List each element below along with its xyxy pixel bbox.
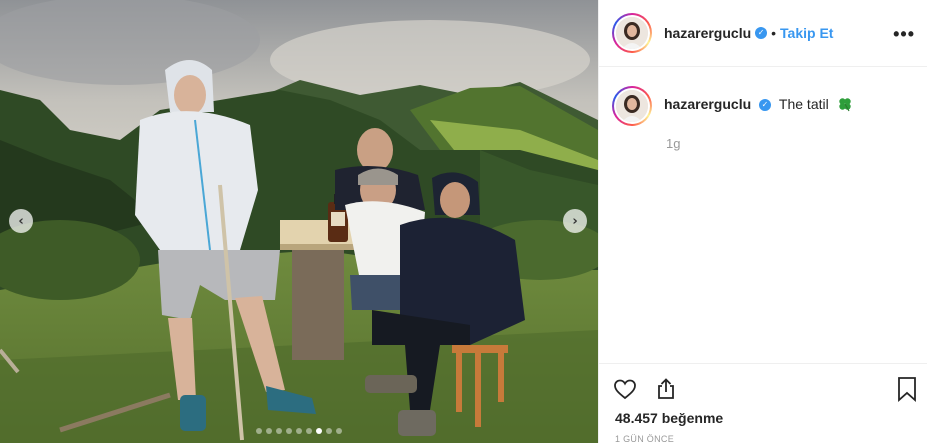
avatar[interactable]: [612, 13, 652, 53]
follow-button[interactable]: Takip Et: [780, 25, 833, 41]
post-photo[interactable]: ‹ ›: [0, 0, 598, 443]
carousel-dot: [296, 428, 302, 434]
bookmark-icon[interactable]: [896, 376, 918, 402]
carousel-dot: [336, 428, 342, 434]
four-leaf-clover-icon: [837, 96, 853, 115]
chevron-right-icon: ›: [572, 213, 578, 229]
post-header: hazarerguclu ✓ • Takip Et •••: [599, 0, 927, 67]
verified-badge-icon: ✓: [755, 27, 768, 39]
post-timestamp: 1 GÜN ÖNCE: [615, 434, 675, 443]
comment-timestamp: 1g: [666, 136, 681, 151]
carousel-dot: [326, 428, 332, 434]
likes-count[interactable]: 48.457 beğenme: [599, 402, 927, 426]
carousel-next-button[interactable]: ›: [563, 209, 587, 233]
carousel-dot: [316, 428, 322, 434]
carousel-dot: [276, 428, 282, 434]
more-options-icon[interactable]: •••: [893, 24, 915, 45]
action-bar: [599, 364, 927, 402]
chevron-left-icon: ‹: [18, 213, 24, 229]
carousel-dot: [256, 428, 262, 434]
caption-text: The tatil: [778, 96, 829, 112]
caption-comment: hazarerguclu ✓ The tatil: [599, 67, 927, 126]
share-icon[interactable]: [654, 377, 678, 401]
caption-avatar[interactable]: [612, 86, 652, 126]
post-footer: 48.457 beğenme 1 GÜN ÖNCE: [599, 363, 927, 443]
photo-scene: [0, 0, 598, 443]
carousel-dot: [266, 428, 272, 434]
separator-dot: •: [771, 25, 777, 41]
carousel-indicator: [0, 428, 598, 434]
carousel-dot: [306, 428, 312, 434]
verified-badge-icon: ✓: [759, 99, 772, 112]
heart-icon[interactable]: [613, 377, 637, 401]
carousel-prev-button[interactable]: ‹: [9, 209, 33, 233]
post-side-panel: hazarerguclu ✓ • Takip Et ••• hazarerguc…: [598, 0, 927, 443]
caption-username-link[interactable]: hazarerguclu: [664, 96, 751, 112]
carousel-dot: [286, 428, 292, 434]
username-link[interactable]: hazarerguclu: [664, 25, 751, 41]
